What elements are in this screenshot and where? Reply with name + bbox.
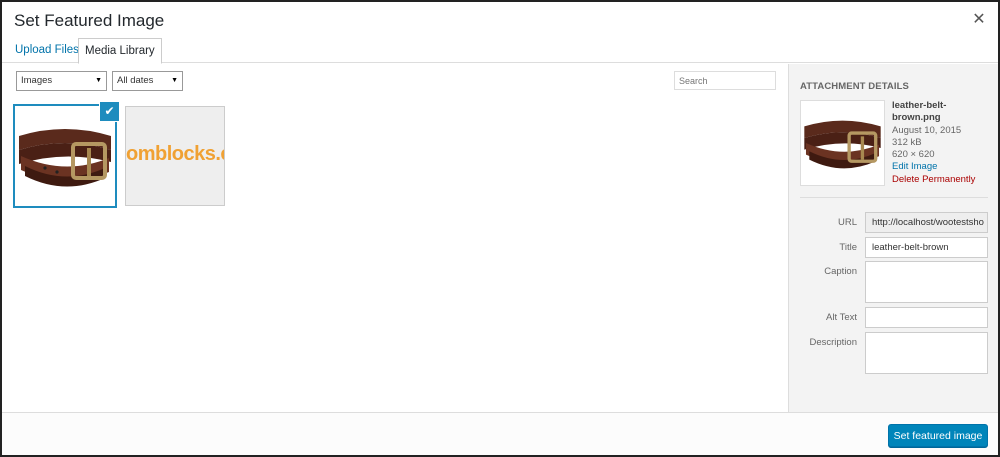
dropdown-arrow-icon: ▼ [95,77,102,84]
media-type-filter-value: Images [21,75,53,86]
logo-thumbnail-text: omblocks.co [126,143,224,165]
details-filename: leather-belt-brown.png [892,100,947,124]
close-icon[interactable]: ✕ [970,11,988,29]
alt-text-field[interactable] [865,307,988,328]
modal-title-bar: Set Featured Image ✕ [2,2,998,40]
date-filter[interactable]: All dates ▼ [112,71,183,91]
media-modal: Set Featured Image ✕ Upload Files Media … [0,0,1000,457]
attachment-details-heading: Attachment Details [800,81,909,92]
caption-label: Caption [824,266,857,277]
attachment-details-panel: Attachment Details leather-belt-brown.pn… [788,64,998,412]
date-filter-value: All dates [117,75,154,86]
details-divider [800,197,988,198]
tab-upload-files[interactable]: Upload Files [9,38,85,63]
belt-thumbnail [15,106,115,206]
url-label: URL [837,217,857,228]
title-field[interactable] [865,237,988,258]
media-toolbar: Images ▼ All dates ▼ [2,64,788,98]
modal-footer: Set featured image [2,412,998,455]
details-info: leather-belt-brown.png August 10, 2015 3… [892,100,992,186]
description-label: Description [809,337,857,348]
alt-text-label: Alt Text [826,312,857,323]
set-featured-image-button[interactable]: Set featured image [888,424,988,447]
media-type-filter[interactable]: Images ▼ [16,71,107,91]
media-browser: Images ▼ All dates ▼ Search ✔ omblocks. [2,64,788,412]
belt-thumbnail [804,120,881,169]
edit-image-link[interactable]: Edit Image [892,161,992,173]
dropdown-arrow-icon: ▼ [171,77,178,84]
attachment-logo[interactable]: omblocks.co [125,106,225,206]
tab-media-library[interactable]: Media Library [78,38,162,64]
details-size: 312 kB [892,136,922,148]
check-icon[interactable]: ✔ [100,102,119,121]
title-label: Title [839,242,857,253]
search-input[interactable] [674,71,776,90]
details-dimensions: 620 × 620 [892,149,935,161]
attachments-grid: ✔ omblocks.co [2,102,788,402]
media-tabs: Upload Files Media Library [2,38,998,64]
url-field[interactable]: http://localhost/wootestsho [865,212,988,233]
caption-field[interactable] [865,261,988,303]
details-date: August 10, 2015 [892,124,962,136]
modal-title: Set Featured Image [14,11,165,30]
delete-permanently-link[interactable]: Delete Permanently [892,174,992,186]
description-field[interactable] [865,332,988,374]
attachment-leather-belt[interactable]: ✔ [13,102,119,208]
details-thumbnail [800,100,885,186]
